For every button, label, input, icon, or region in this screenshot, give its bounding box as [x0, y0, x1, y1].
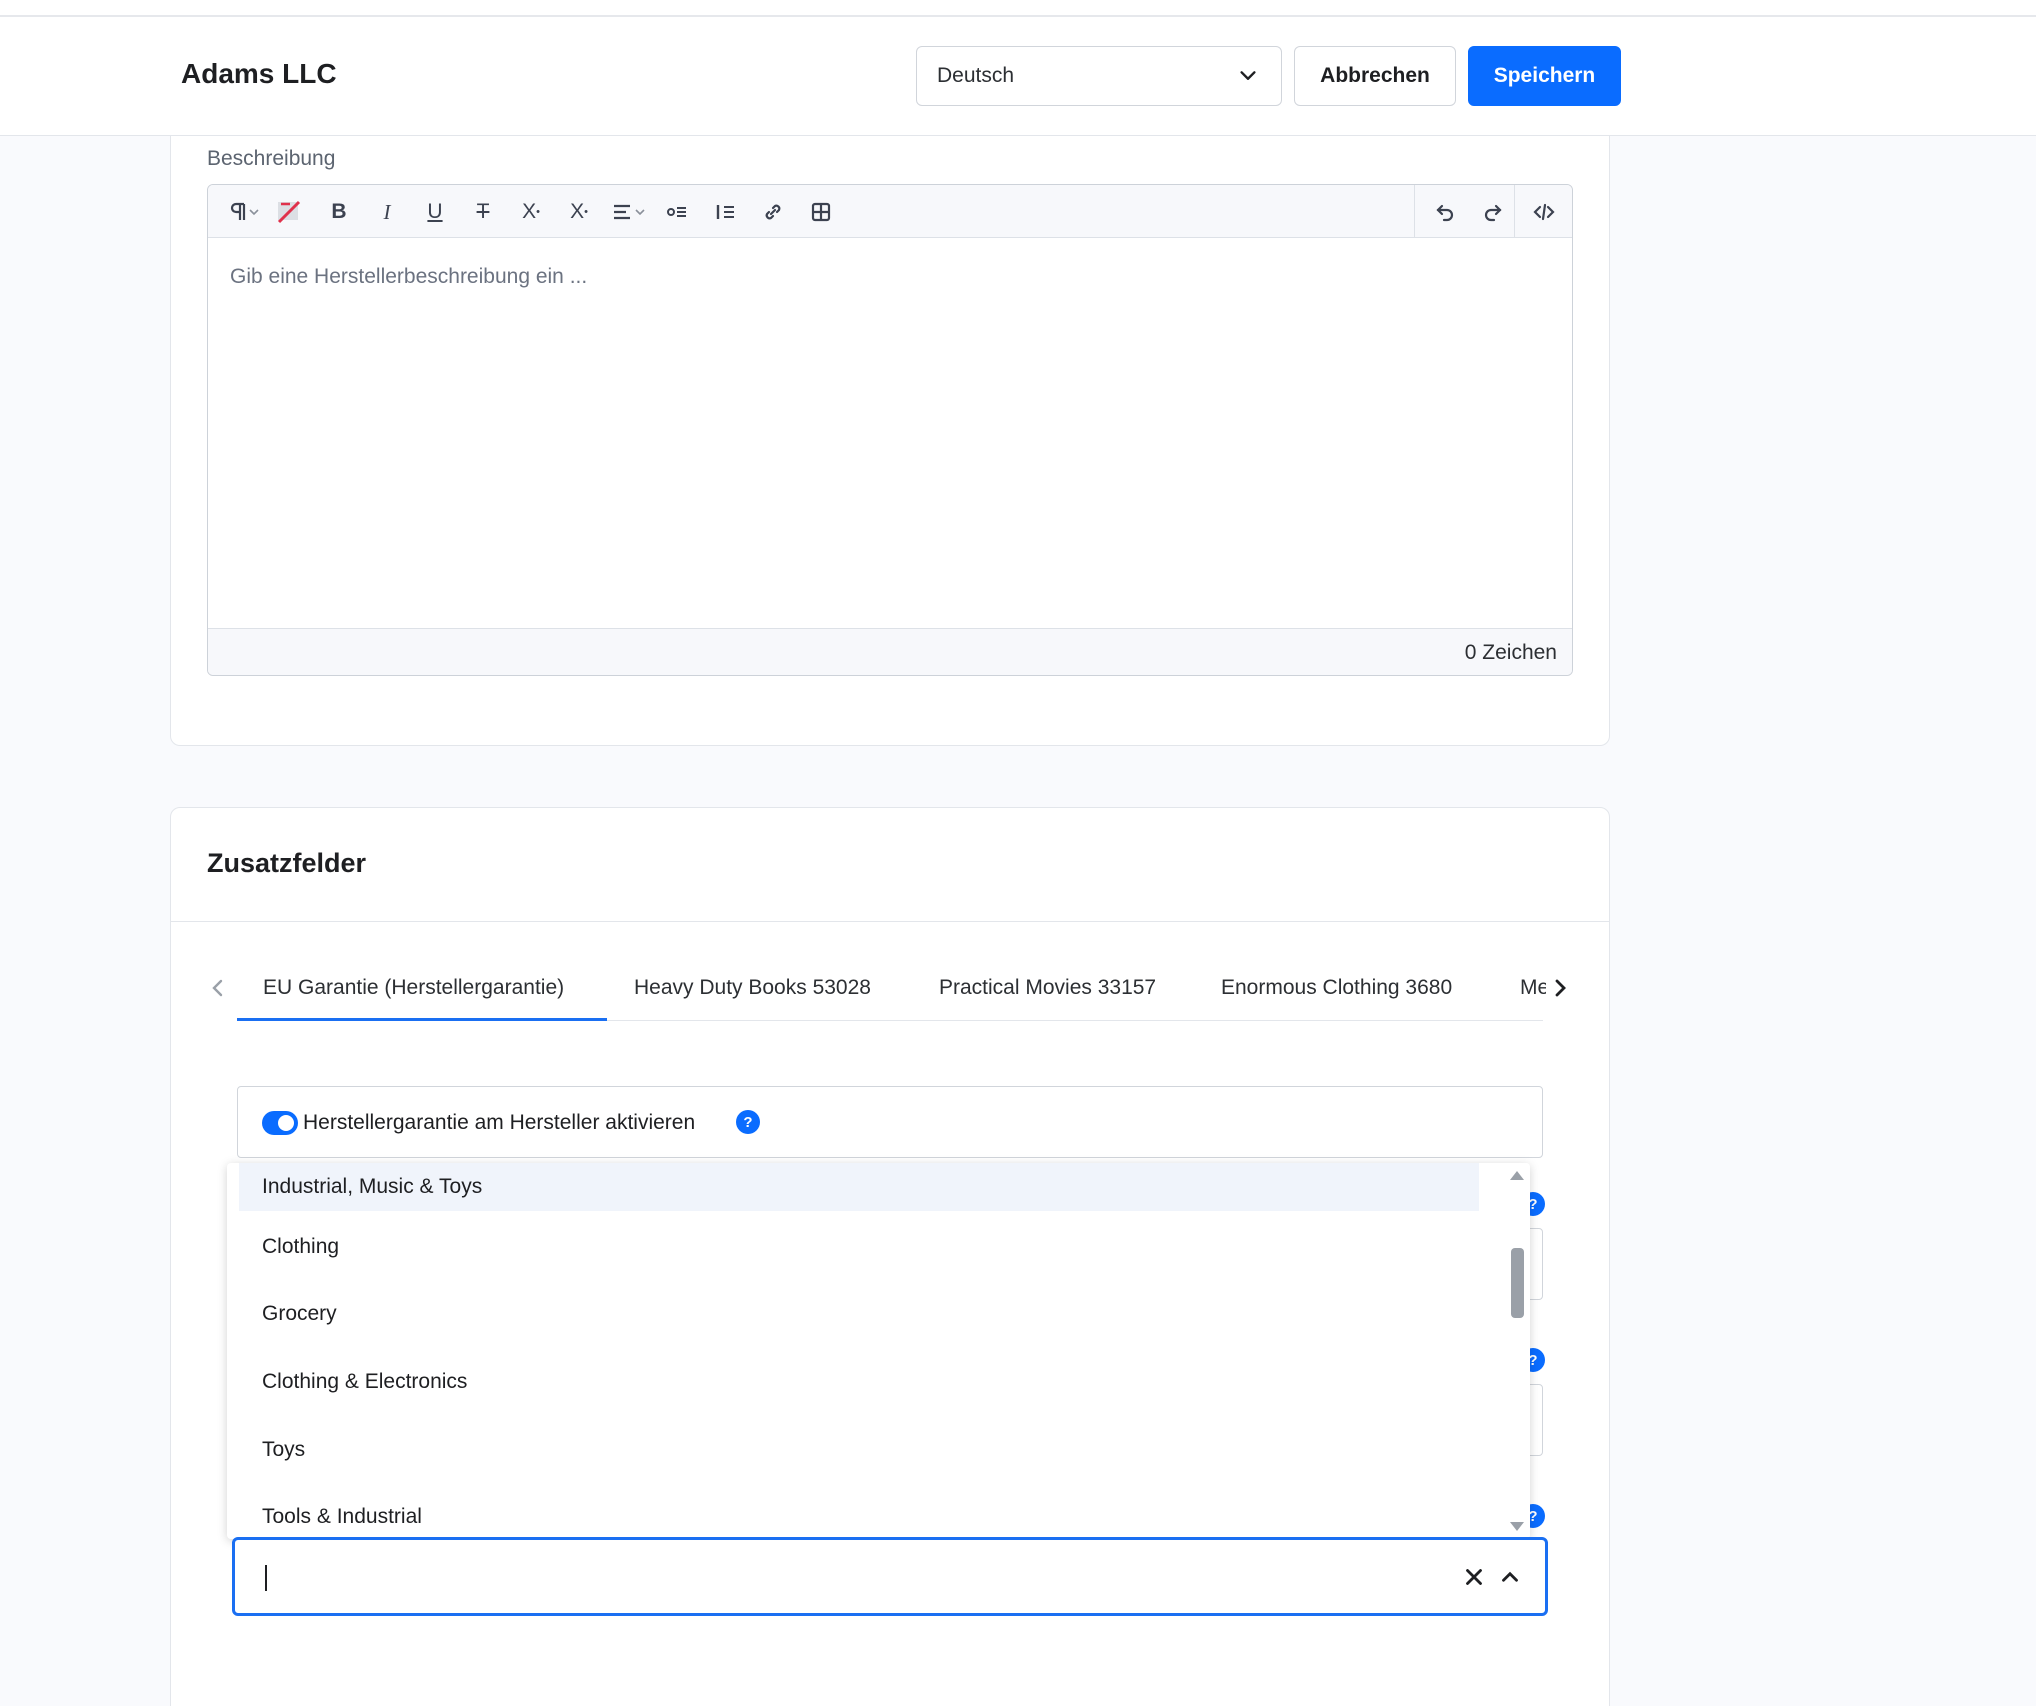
dropdown-option[interactable]: Industrial, Music & Toys — [239, 1163, 1479, 1211]
strikethrough-icon[interactable]: T — [468, 197, 498, 227]
description-label: Beschreibung — [207, 147, 336, 170]
dropdown-option[interactable]: Clothing & Electronics — [227, 1358, 1492, 1406]
language-select[interactable]: Deutsch — [916, 46, 1282, 106]
char-count: 0 Zeichen — [1464, 641, 1557, 664]
warranty-toggle-label: Herstellergarantie am Hersteller aktivie… — [303, 1111, 696, 1134]
align-icon[interactable] — [608, 197, 652, 227]
subscript-icon[interactable]: X • — [564, 197, 594, 227]
table-icon[interactable] — [806, 197, 836, 227]
card-divider — [171, 921, 1609, 922]
tab-me-truncated[interactable]: Me — [1520, 976, 1546, 1000]
category-combobox-input[interactable] — [232, 1537, 1548, 1616]
bold-icon[interactable]: B — [324, 197, 354, 227]
toolbar-separator — [1414, 185, 1415, 238]
dropdown-scrollbar[interactable] — [1507, 1163, 1530, 1539]
tab-enormous-clothing[interactable]: Enormous Clothing 3680 — [1221, 976, 1452, 1000]
clear-format-icon[interactable] — [274, 197, 304, 227]
superscript-icon[interactable]: X • — [516, 197, 546, 227]
italic-icon[interactable]: I — [372, 197, 402, 227]
tab-heavy-duty-books[interactable]: Heavy Duty Books 53028 — [634, 976, 871, 1000]
dropdown-option[interactable]: Tools & Industrial — [227, 1493, 1492, 1539]
underline-icon[interactable]: U — [420, 197, 450, 227]
redo-icon[interactable] — [1478, 197, 1508, 227]
cancel-button[interactable]: Abbrechen — [1294, 46, 1456, 106]
save-button[interactable]: Speichern — [1468, 46, 1621, 106]
chevron-left-icon[interactable] — [208, 976, 228, 1000]
dropdown-option[interactable]: Clothing — [227, 1223, 1492, 1271]
dropdown-option[interactable]: Toys — [227, 1426, 1492, 1474]
undo-icon[interactable] — [1430, 197, 1460, 227]
code-view-icon[interactable] — [1529, 197, 1559, 227]
toolbar-separator — [1514, 185, 1515, 238]
chevron-up-icon[interactable] — [1497, 1564, 1523, 1590]
tab-eu-garantie[interactable]: EU Garantie (Herstellergarantie) — [263, 976, 564, 1000]
scrollbar-thumb[interactable] — [1511, 1248, 1524, 1318]
numbered-list-icon[interactable] — [710, 197, 740, 227]
editor-toolbar: B I U T X • X • — [208, 185, 1572, 238]
text-caret — [265, 1565, 267, 1591]
paragraph-icon[interactable] — [222, 197, 266, 227]
rich-text-editor: B I U T X • X • Gib eine Herstellerbesch… — [207, 184, 1573, 676]
tab-overflow[interactable]: Me — [1520, 970, 1546, 1006]
dropdown-option[interactable]: Grocery — [227, 1290, 1492, 1338]
tab-practical-movies[interactable]: Practical Movies 33157 — [939, 976, 1156, 1000]
top-strip — [0, 0, 2036, 17]
scroll-up-arrow-icon[interactable] — [1510, 1171, 1524, 1180]
editor-content-area[interactable]: Gib eine Herstellerbeschreibung ein ... — [230, 265, 587, 289]
link-icon[interactable] — [758, 197, 788, 227]
chevron-right-icon[interactable] — [1550, 976, 1570, 1000]
clear-icon[interactable] — [1461, 1564, 1487, 1590]
warranty-toggle[interactable] — [262, 1111, 298, 1135]
bullet-list-icon[interactable] — [662, 197, 692, 227]
chevron-down-icon — [1240, 71, 1256, 80]
active-tab-indicator — [237, 1018, 607, 1021]
help-icon[interactable]: ? — [736, 1110, 760, 1134]
scroll-down-arrow-icon[interactable] — [1510, 1522, 1524, 1531]
editor-footer: 0 Zeichen — [208, 628, 1572, 675]
custom-fields-title: Zusatzfelder — [207, 848, 367, 878]
language-select-value: Deutsch — [937, 64, 1015, 87]
page-title: Adams LLC — [181, 58, 337, 89]
category-dropdown-list: Industrial, Music & Toys Clothing Grocer… — [227, 1163, 1530, 1539]
